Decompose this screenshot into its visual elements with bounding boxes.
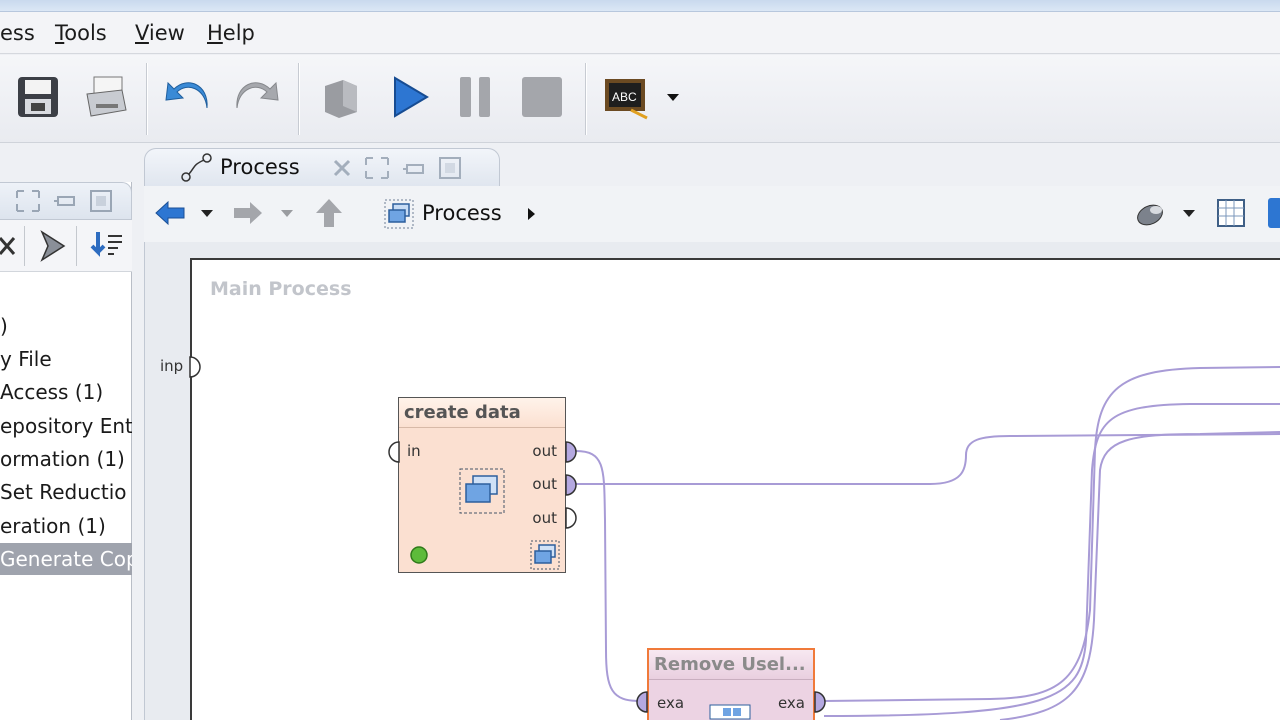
minimize-icon[interactable] — [52, 189, 78, 213]
toolbar-separator — [146, 63, 148, 135]
tree-item[interactable]: eration (1) — [0, 510, 132, 542]
up-arrow-icon[interactable] — [314, 197, 344, 229]
auto-wire-dropdown-icon[interactable] — [1182, 208, 1196, 218]
window-title-strip — [0, 0, 1280, 12]
canvas-title: Main Process — [210, 278, 352, 300]
back-arrow-icon[interactable] — [154, 200, 186, 226]
output-port[interactable] — [565, 440, 579, 464]
operators-panel-header — [0, 182, 132, 220]
menu-bar: ess Tools View Help — [0, 12, 1280, 54]
toolbar-separator — [585, 63, 587, 135]
input-port[interactable] — [634, 690, 648, 714]
dropdown-arrow-icon — [667, 94, 679, 101]
stop-button[interactable] — [516, 71, 568, 123]
spellcheck-dropdown-button[interactable] — [660, 71, 686, 123]
toolbar-separator — [76, 226, 77, 266]
operator-title: create data — [399, 398, 565, 428]
restore-icon[interactable] — [88, 188, 114, 214]
tab-label: Process — [220, 155, 300, 179]
forward-arrow-icon[interactable] — [232, 200, 264, 226]
output-port[interactable] — [565, 506, 579, 530]
print-button[interactable] — [80, 71, 132, 123]
clear-filter-icon[interactable] — [0, 232, 22, 260]
minimize-icon[interactable] — [401, 157, 427, 181]
tree-item[interactable]: Access (1) — [0, 376, 132, 408]
maximize-icon[interactable] — [14, 188, 42, 214]
restore-icon[interactable] — [437, 155, 463, 181]
operator-icon — [709, 704, 751, 720]
process-navigation-bar: Process — [144, 186, 1280, 242]
breakpoint-icon — [325, 80, 357, 118]
filter-icon[interactable] — [38, 230, 68, 262]
tab-process[interactable]: Process — [144, 148, 500, 186]
pause-button[interactable] — [449, 71, 501, 123]
maximize-icon[interactable] — [363, 155, 391, 181]
undo-button[interactable] — [162, 71, 214, 123]
operator-create-data[interactable]: create data in out out out — [398, 397, 566, 573]
port-label: out — [532, 442, 557, 460]
breadcrumb-chevron-icon[interactable] — [526, 207, 536, 221]
svg-text:ABC: ABC — [612, 90, 637, 104]
redo-button[interactable] — [230, 71, 282, 123]
tree-item[interactable]: ormation (1) — [0, 443, 132, 475]
operator-remove-useless[interactable]: Remove Usel... exa exa — [647, 648, 815, 720]
tree-item-selected[interactable]: Generate Cop — [0, 543, 132, 575]
save-button[interactable] — [12, 71, 64, 123]
tree-item[interactable]: epository Entry — [0, 410, 132, 442]
tree-item[interactable]: Set Reductio — [0, 476, 132, 508]
back-dropdown-icon[interactable] — [200, 208, 214, 218]
process-flow-icon — [181, 153, 212, 182]
input-port[interactable] — [386, 440, 400, 464]
port-label: in — [407, 442, 421, 460]
port-label: exa — [657, 694, 685, 712]
arrange-icon[interactable] — [1266, 196, 1280, 230]
port-label: out — [532, 509, 557, 527]
redo-icon — [236, 81, 279, 109]
run-button[interactable] — [382, 71, 434, 123]
port-label: out — [532, 475, 557, 493]
port-label: exa — [777, 694, 805, 712]
status-indicator-icon — [410, 546, 428, 564]
spellcheck-icon: ABC — [605, 79, 648, 120]
stop-icon — [522, 77, 562, 117]
breakpoint-button[interactable] — [315, 71, 367, 123]
undo-icon — [165, 81, 208, 109]
forward-dropdown-icon[interactable] — [280, 208, 294, 218]
menu-process[interactable]: ess — [0, 21, 35, 45]
close-icon[interactable] — [331, 157, 353, 179]
menu-tools[interactable]: Tools — [55, 21, 107, 45]
subprocess-icon — [384, 199, 414, 229]
spellcheck-button[interactable]: ABC — [600, 71, 652, 123]
toolbar-separator — [298, 63, 300, 135]
print-icon — [86, 76, 127, 117]
operators-toolbar — [0, 220, 132, 272]
menu-help[interactable]: Help — [207, 21, 255, 45]
tree-item[interactable]: y File — [0, 343, 132, 375]
grid-icon[interactable] — [1216, 198, 1246, 228]
subprocess-icon — [459, 468, 505, 514]
operator-title: Remove Usel... — [649, 650, 813, 680]
output-port[interactable] — [565, 473, 579, 497]
output-port[interactable] — [814, 690, 828, 714]
subprocess-icon[interactable] — [530, 540, 560, 570]
menu-view[interactable]: View — [135, 21, 185, 45]
run-icon — [394, 76, 429, 118]
breadcrumb[interactable]: Process — [422, 201, 502, 225]
pause-icon — [460, 77, 490, 117]
sort-icon[interactable] — [88, 230, 124, 262]
main-toolbar: ABC — [0, 55, 1280, 143]
auto-wire-icon[interactable] — [1134, 198, 1168, 228]
save-icon — [18, 77, 58, 117]
tree-item[interactable]: ) — [0, 310, 132, 342]
toolbar-separator — [24, 226, 25, 266]
process-input-port-label: inp — [160, 357, 184, 375]
